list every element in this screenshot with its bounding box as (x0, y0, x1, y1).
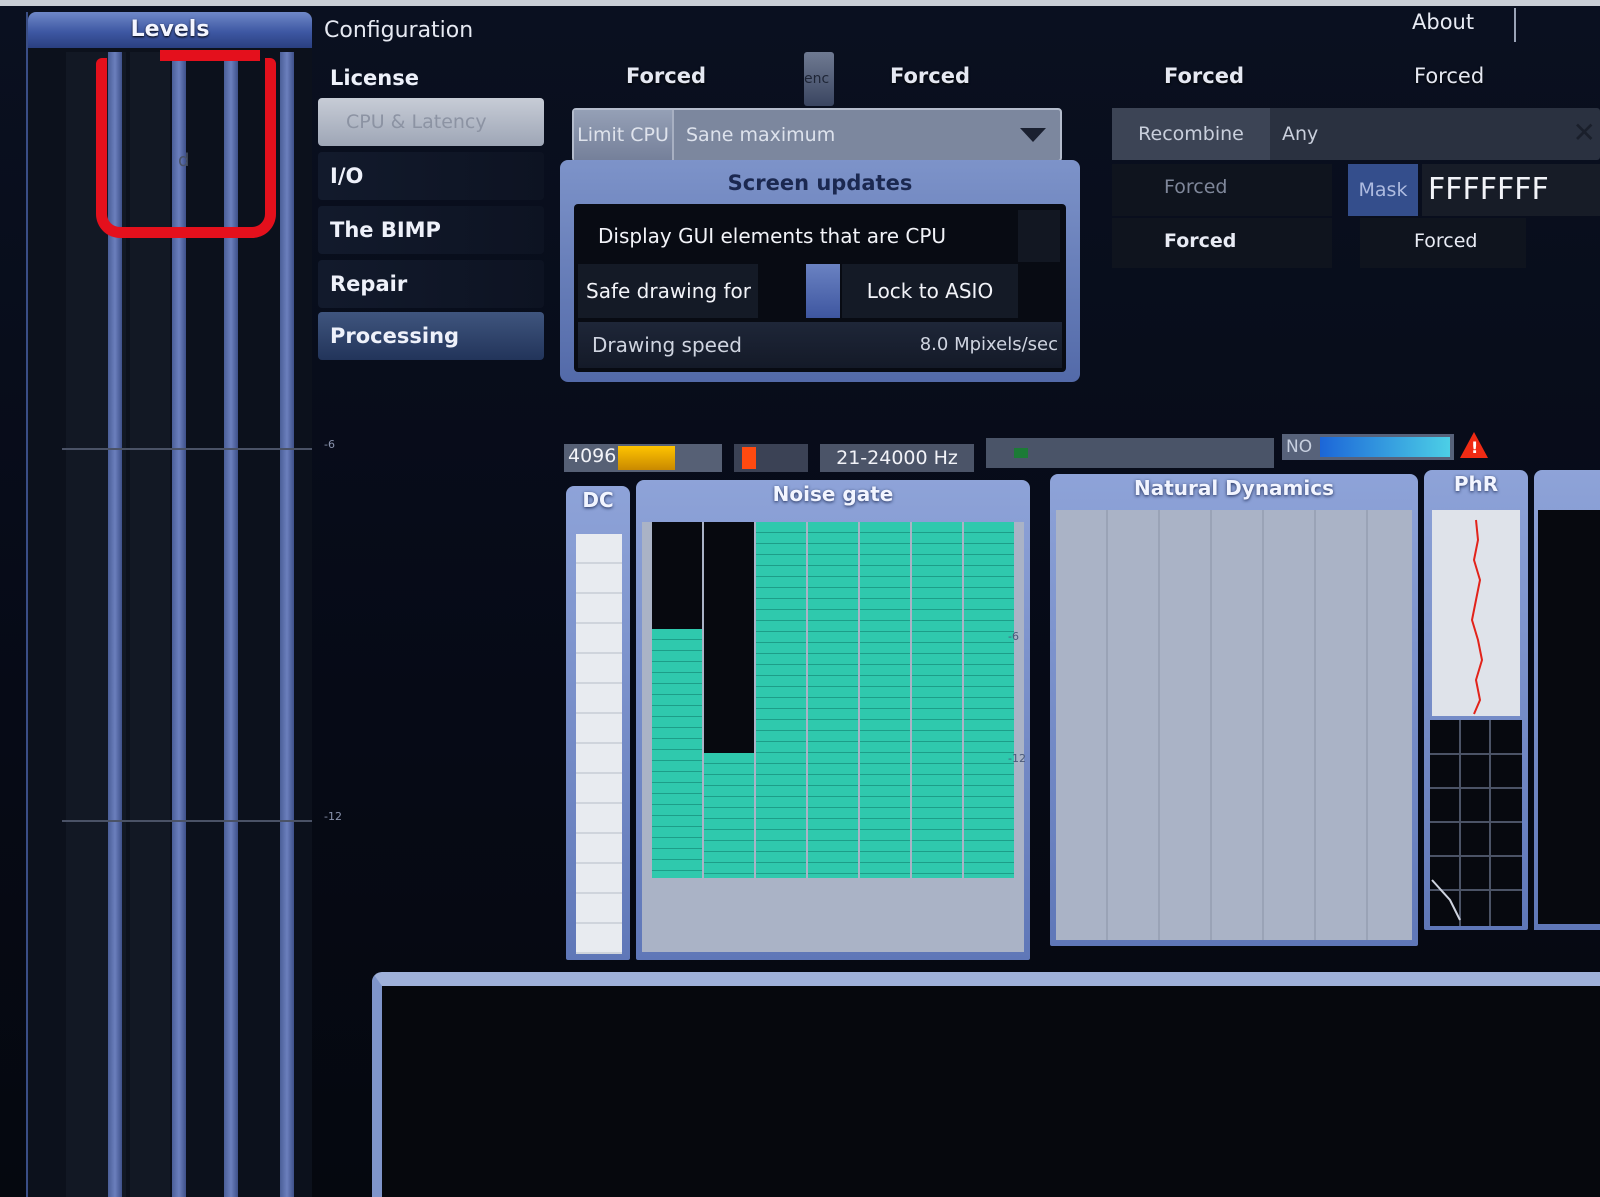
noise-gate-meter (652, 522, 702, 878)
screen-updates-panel: Screen updates Display GUI elements that… (560, 160, 1080, 382)
drawing-speed-value: 8.0 Mpixels/sec (919, 334, 1058, 355)
no-level-fill (1320, 437, 1450, 457)
noise-gate-meter (808, 522, 858, 878)
drawing-speed-slider[interactable]: Drawing speed 8.0 Mpixels/sec (578, 322, 1062, 368)
next-module (1534, 470, 1600, 930)
lock-to-asio-option[interactable]: Lock to ASIO (842, 264, 1018, 318)
noise-gate-meter-fill (704, 753, 754, 878)
close-icon[interactable]: ✕ (1573, 116, 1596, 149)
about-link[interactable]: About (1412, 10, 1474, 34)
noise-gate-meter (964, 522, 1014, 878)
display-gui-toggle[interactable] (1018, 210, 1060, 262)
progress-meter (986, 438, 1274, 468)
recombine-value: Any (1282, 123, 1319, 145)
noise-gate-meter (756, 522, 806, 878)
fft-size-meter[interactable]: 4096 (564, 444, 722, 472)
recombine-dropdown[interactable]: Recombine LQLL Any ✕ (1112, 108, 1600, 197)
menu-item-io[interactable]: I/O (318, 152, 544, 200)
app-window: Levels d -6 -12 Configuration License CP… (0, 0, 1600, 1197)
noise-gate-module: Noise gate -6 -12 (636, 480, 1030, 960)
natural-dynamics-graph (1056, 510, 1412, 940)
noise-gate-meter-fill (964, 522, 1014, 878)
header-divider (1514, 8, 1516, 42)
top-strip (0, 0, 1600, 6)
forced-label: Forced (890, 64, 971, 88)
level-gridline (62, 820, 312, 822)
progress-fill (1014, 448, 1028, 458)
noise-gate-meter (860, 522, 910, 878)
noise-gate-tick: -12 (1008, 752, 1026, 765)
noise-gate-meter-fill (756, 522, 806, 878)
limit-cpu-value: Sane maximum (686, 124, 836, 146)
frequency-range[interactable]: 21-24000 Hz (820, 444, 974, 472)
mask-value[interactable]: FFFFFFF (1422, 164, 1600, 216)
display-gui-option[interactable]: Display GUI elements that are CPU heavy (582, 210, 1012, 300)
clip-level-fill (742, 447, 756, 469)
clip-meter (734, 444, 808, 472)
menu-item-repair[interactable]: Repair (318, 260, 544, 308)
noise-gate-tick: -6 (1008, 630, 1019, 643)
natural-dynamics-title: Natural Dynamics (1133, 476, 1335, 500)
menu-item-cpu-latency[interactable]: CPU & Latency (318, 98, 544, 146)
phr-grid-lines (1430, 720, 1522, 926)
forced-label: Forced (1164, 64, 1245, 88)
level-gridline (62, 448, 312, 450)
drawing-speed-label: Drawing speed (592, 333, 742, 357)
menu-item-the-bimp[interactable]: The BIMP (318, 206, 544, 254)
phr-scope (1432, 510, 1520, 716)
menu-item-license[interactable]: License (318, 54, 544, 102)
screen-updates-body: Display GUI elements that are CPU heavy … (574, 204, 1066, 372)
mask-button[interactable]: Mask (1348, 164, 1418, 216)
safe-drawing-toggle[interactable] (806, 264, 840, 318)
limit-cpu-label: Limit CPU (574, 110, 674, 160)
noise-gate-meter (912, 522, 962, 878)
noise-gate-meter-fill (912, 522, 962, 878)
forced-label: Forced (1414, 230, 1478, 252)
red-annotation-marker (96, 58, 276, 238)
config-title: Configuration (324, 18, 474, 43)
forced-label: Forced (1164, 176, 1228, 198)
recombine-label: Recombine LQLL (1112, 108, 1270, 197)
phr-trace (1470, 519, 1484, 715)
warning-icon[interactable]: ! (1460, 432, 1488, 458)
noise-gate-title: Noise gate (772, 482, 894, 506)
screen-updates-title: Screen updates (727, 171, 913, 195)
levels-title: Levels (28, 12, 312, 48)
next-module-body (1538, 510, 1600, 924)
phr-title: PhR (1453, 472, 1499, 496)
noise-gate-meter-fill (860, 522, 910, 878)
chevron-down-icon[interactable] (1020, 128, 1046, 142)
forced-label: Forced (1164, 230, 1237, 252)
phr-module: PhR (1424, 470, 1528, 930)
menu-item-processing[interactable]: Processing (318, 312, 544, 360)
limit-cpu-dropdown[interactable]: Limit CPU Sane maximum (572, 108, 1062, 162)
noise-gate-meters (642, 522, 1024, 952)
red-annotation-marker (160, 50, 260, 61)
noise-gate-meter-fill (652, 628, 702, 878)
noise-gate-meter (704, 522, 754, 878)
forced-label: Forced (626, 64, 707, 88)
forced-label: Forced (1414, 64, 1485, 88)
bottom-panel (372, 972, 1600, 1197)
no-meter: NO (1282, 434, 1454, 460)
safe-drawing-option[interactable]: Safe drawing for (578, 264, 758, 318)
dc-module: DC (566, 486, 630, 960)
natural-dynamics-module: Natural Dynamics (1050, 474, 1418, 946)
fft-level-fill (618, 446, 676, 470)
hidden-tab[interactable]: enc (804, 52, 834, 106)
level-meter-rail (280, 52, 294, 1197)
fft-size-value: 4096 (568, 445, 617, 467)
phr-grid (1430, 720, 1522, 926)
noise-gate-meter-fill (808, 522, 858, 878)
dc-title: DC (582, 488, 614, 512)
dc-meter (576, 534, 622, 954)
no-label: NO (1286, 437, 1313, 457)
